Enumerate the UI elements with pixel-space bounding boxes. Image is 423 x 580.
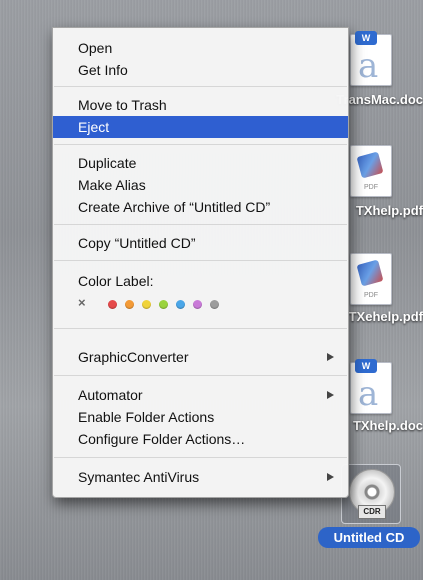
menu-item-copy[interactable]: Copy “Untitled CD” xyxy=(53,232,348,254)
pdf-document-icon: PDF xyxy=(350,145,392,197)
menu-item-automator[interactable]: Automator xyxy=(53,384,348,406)
menu-separator xyxy=(54,375,347,376)
no-color-icon[interactable]: × xyxy=(78,295,86,310)
menu-item-graphicconverter[interactable]: GraphicConverter xyxy=(53,346,348,368)
color-swatch-gray[interactable] xyxy=(210,300,219,309)
menu-item-open[interactable]: Open xyxy=(53,37,348,59)
word-document-icon: W a xyxy=(350,359,392,414)
menu-item-enable-folder-actions[interactable]: Enable Folder Actions xyxy=(53,406,348,428)
menu-item-eject[interactable]: Eject xyxy=(53,116,348,138)
word-badge-icon: W xyxy=(355,359,377,373)
context-menu: Open Get Info Move to Trash Eject Duplic… xyxy=(52,27,349,498)
word-document-icon: W a xyxy=(350,31,392,86)
color-swatch-green[interactable] xyxy=(159,300,168,309)
menu-item-label: Automator xyxy=(78,387,143,403)
menu-separator xyxy=(54,86,347,87)
color-swatch-blue[interactable] xyxy=(176,300,185,309)
pdf-document-icon: PDF xyxy=(350,253,392,305)
menu-separator xyxy=(54,260,347,261)
color-swatch-purple[interactable] xyxy=(193,300,202,309)
menu-item-color-label: Color Label: xyxy=(78,273,154,289)
file-label: TXhelp.pdf xyxy=(355,203,423,218)
menu-separator xyxy=(54,457,347,458)
menu-separator xyxy=(54,328,347,329)
color-swatch-yellow[interactable] xyxy=(142,300,151,309)
file-label: TransMac.doc xyxy=(336,92,423,107)
cd-label[interactable]: Untitled CD xyxy=(318,527,420,548)
menu-item-label: GraphicConverter xyxy=(78,349,189,365)
file-label: TXehelp.pdf xyxy=(348,309,423,324)
pdf-preview-icon xyxy=(356,259,384,287)
cdr-badge: CDR xyxy=(358,505,386,519)
pdf-preview-icon xyxy=(356,151,384,179)
color-swatch-red[interactable] xyxy=(108,300,117,309)
submenu-arrow-icon xyxy=(327,391,334,399)
menu-item-symantec-antivirus[interactable]: Symantec AntiVirus xyxy=(53,466,348,488)
menu-item-label: Symantec AntiVirus xyxy=(78,469,200,485)
submenu-arrow-icon xyxy=(327,473,334,481)
menu-item-move-to-trash[interactable]: Move to Trash xyxy=(53,94,348,116)
menu-item-get-info[interactable]: Get Info xyxy=(53,59,348,81)
menu-separator xyxy=(54,144,347,145)
menu-item-make-alias[interactable]: Make Alias xyxy=(53,174,348,196)
file-label: TXhelp.doc xyxy=(352,418,423,433)
menu-item-duplicate[interactable]: Duplicate xyxy=(53,152,348,174)
color-swatch-orange[interactable] xyxy=(125,300,134,309)
menu-separator xyxy=(54,224,347,225)
cd-drive-icon[interactable]: CDR xyxy=(341,464,401,524)
submenu-arrow-icon xyxy=(327,353,334,361)
menu-item-configure-folder-actions[interactable]: Configure Folder Actions… xyxy=(53,428,348,450)
word-badge-icon: W xyxy=(355,31,377,45)
menu-item-create-archive[interactable]: Create Archive of “Untitled CD” xyxy=(53,196,348,218)
